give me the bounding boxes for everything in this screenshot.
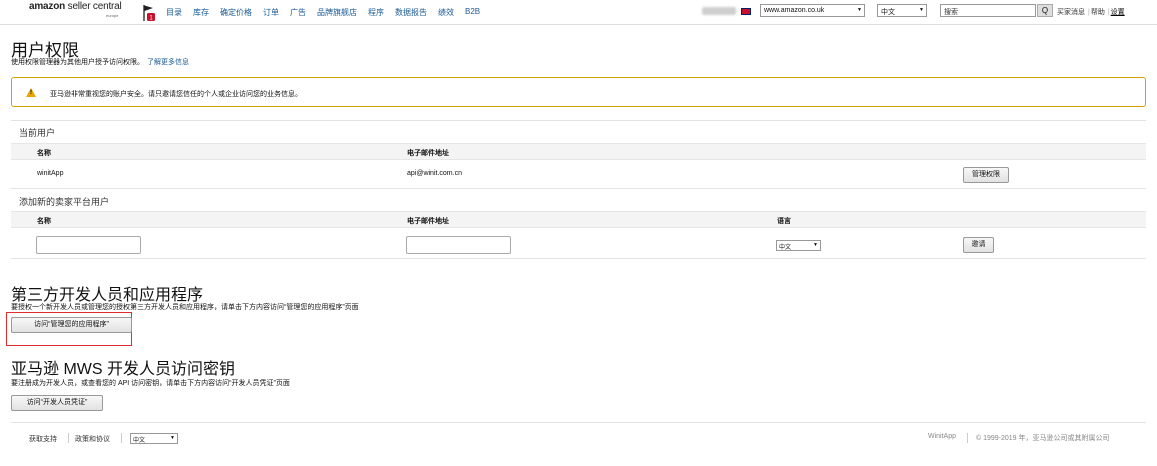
col-email: 电子邮件地址 xyxy=(407,150,449,157)
new-user-email-input[interactable] xyxy=(406,236,511,254)
user-name: winitApp xyxy=(37,170,64,177)
help-link[interactable]: 帮助 xyxy=(1091,9,1105,16)
top-navigation: amazon seller central europe 1 目录 库存 确定价… xyxy=(0,0,1157,25)
chevron-down-icon: ▼ xyxy=(813,242,818,248)
top-links: 买家消息 |帮助 |设置 xyxy=(1057,9,1125,16)
footer-separator xyxy=(967,433,968,443)
col-name: 名称 xyxy=(37,218,51,225)
get-support-link[interactable]: 获取支持 xyxy=(29,434,57,444)
nav-item-stores[interactable]: 品牌旗舰店 xyxy=(317,7,357,18)
current-users-header xyxy=(11,143,1146,160)
nav-item-catalog[interactable]: 目录 xyxy=(166,7,182,18)
footer-separator xyxy=(68,433,69,443)
nav-item-reports[interactable]: 数据报告 xyxy=(395,7,427,18)
copyright: © 1999-2019 年，亚马逊公司或其附属公司 xyxy=(976,435,1110,442)
chevron-down-icon: ▼ xyxy=(919,7,924,13)
alert-text: 亚马逊非常重视您的账户安全。请只邀请您信任的个人或企业访问您的业务信息。 xyxy=(50,91,302,98)
manage-permissions-button[interactable]: 管理权限 xyxy=(963,167,1009,183)
search-button[interactable]: Q xyxy=(1037,4,1053,17)
policies-link[interactable]: 政策和协议 xyxy=(75,434,110,444)
nav-item-inventory[interactable]: 库存 xyxy=(193,7,209,18)
current-users-label: 当前用户 xyxy=(19,128,56,138)
nav-item-orders[interactable]: 订单 xyxy=(263,7,279,18)
mws-description: 要注册成为开发人员，或查看您的 API 访问密钥，请单击下方内容访问“开发人员凭… xyxy=(11,380,290,387)
language-select[interactable]: 中文 ▼ xyxy=(877,4,927,17)
chevron-down-icon: ▼ xyxy=(170,435,175,441)
divider xyxy=(11,188,1146,189)
new-user-language-select[interactable]: 中文 ▼ xyxy=(776,240,821,251)
divider xyxy=(11,258,1146,259)
nav-item-performance[interactable]: 绩效 xyxy=(438,7,454,18)
third-party-description: 要授权一个新开发人员或管理您的授权第三方开发人员和应用程序，请单击下方内容访问“… xyxy=(11,304,359,311)
nav-item-pricing[interactable]: 确定价格 xyxy=(220,7,252,18)
warning-icon: ! xyxy=(26,88,36,97)
nav-item-advertising[interactable]: 广告 xyxy=(290,7,306,18)
search-input[interactable]: 搜索 xyxy=(940,4,1036,17)
col-name: 名称 xyxy=(37,150,51,157)
new-user-name-input[interactable] xyxy=(36,236,141,254)
mws-title: 亚马逊 MWS 开发人员访问密钥 xyxy=(11,361,235,378)
buyer-messages-link[interactable]: 买家消息 xyxy=(1057,9,1085,16)
invite-button[interactable]: 邀请 xyxy=(963,237,994,253)
footer-separator xyxy=(121,433,122,443)
divider xyxy=(11,120,1146,121)
amazon-logo[interactable]: amazon seller central xyxy=(29,1,122,12)
uk-flag-icon xyxy=(741,8,751,15)
logo-region: europe xyxy=(106,13,119,18)
security-alert: ! 亚马逊非常重视您的账户安全。请只邀请您信任的个人或企业访问您的业务信息。 xyxy=(11,77,1146,107)
footer-app-name: WinitApp xyxy=(928,433,957,440)
manage-apps-button[interactable]: 访问“管理您的应用程序” xyxy=(11,317,132,333)
footer-language-select[interactable]: 中文 ▼ xyxy=(130,433,178,444)
nav-item-programs[interactable]: 程序 xyxy=(368,7,384,18)
col-email: 电子邮件地址 xyxy=(407,218,449,225)
col-language: 语言 xyxy=(777,218,791,225)
footer-divider xyxy=(11,422,1146,423)
notification-flag-icon[interactable]: 1 xyxy=(143,4,155,22)
add-user-label: 添加新的卖家平台用户 xyxy=(19,197,110,207)
settings-link[interactable]: 设置 xyxy=(1111,9,1125,16)
user-email: api@winit.com.cn xyxy=(407,170,462,177)
nav-item-b2b[interactable]: B2B xyxy=(465,7,480,18)
chevron-down-icon: ▼ xyxy=(857,7,862,13)
marketplace-select[interactable]: www.amazon.co.uk ▼ xyxy=(760,4,865,17)
account-name-redacted xyxy=(702,7,736,15)
page-description: 使用权限管理器为其他用户授予访问权限。 了解更多信息 xyxy=(11,59,189,66)
main-menu: 目录 库存 确定价格 订单 广告 品牌旗舰店 程序 数据报告 绩效 B2B xyxy=(166,7,491,18)
developer-credentials-button[interactable]: 访问“开发人员凭证” xyxy=(11,395,103,411)
add-user-header xyxy=(11,211,1146,228)
learn-more-link[interactable]: 了解更多信息 xyxy=(147,59,189,66)
